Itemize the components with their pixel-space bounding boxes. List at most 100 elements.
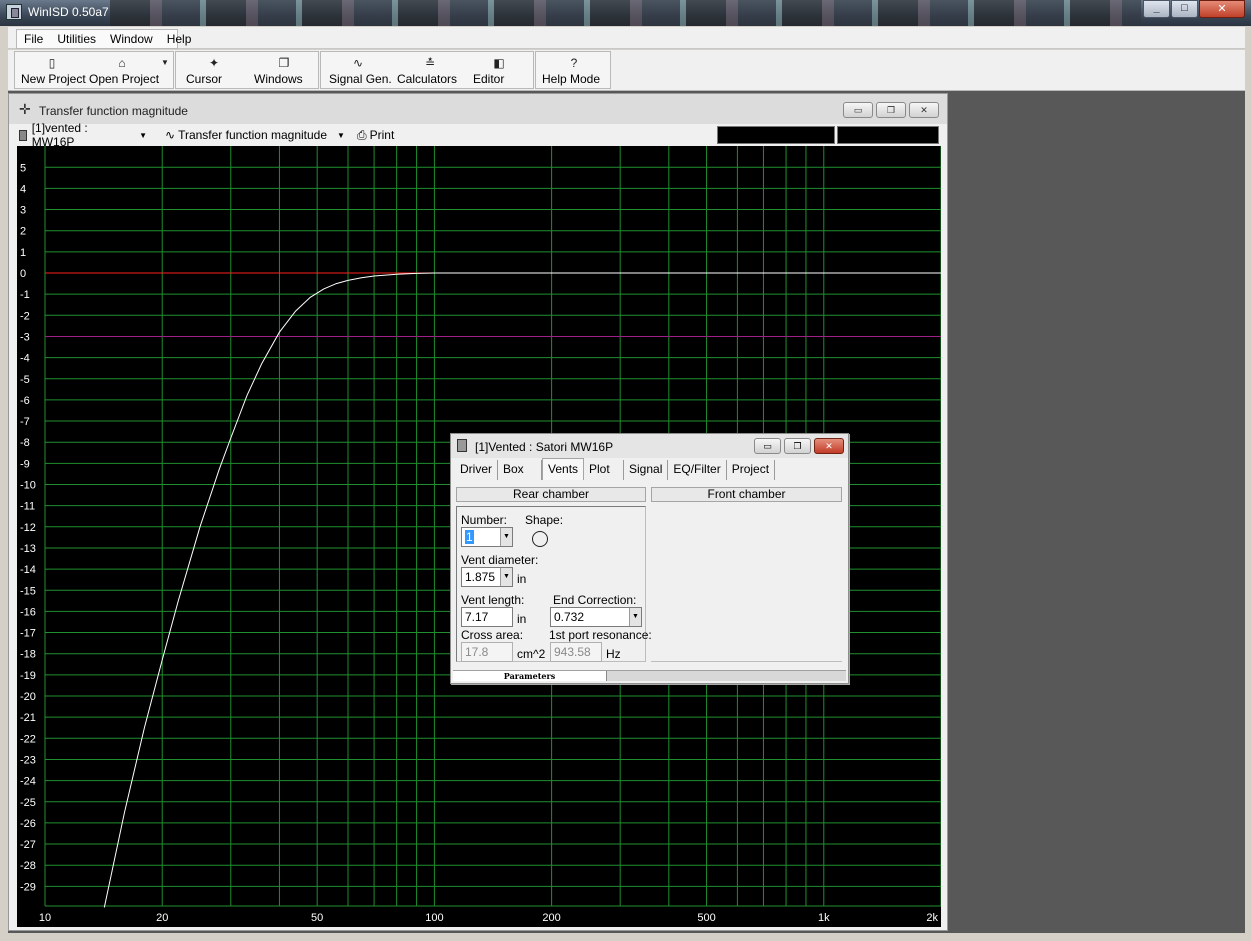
number-combo[interactable]: 1 ▼ bbox=[461, 527, 513, 547]
help-mode-button[interactable]: ? Help Mode bbox=[542, 52, 606, 90]
dialog-title: [1]Vented : Satori MW16P bbox=[475, 440, 614, 454]
cursor-button[interactable]: ✦ Cursor bbox=[186, 52, 242, 90]
windows-label: Windows bbox=[254, 72, 303, 86]
chevron-down-icon[interactable]: ▼ bbox=[500, 528, 512, 546]
vent-diameter-value: 1.875 bbox=[465, 570, 496, 584]
open-project-button[interactable]: ⌂ Open Project bbox=[89, 52, 159, 90]
readout-box-2 bbox=[837, 126, 939, 144]
rear-chamber-button[interactable]: Rear chamber bbox=[456, 487, 646, 502]
maximize-button[interactable]: □ bbox=[1171, 0, 1198, 18]
vent-diameter-combo[interactable]: 1.875 ▼ bbox=[461, 567, 513, 587]
signal-gen-button[interactable]: ∿ Signal Gen. bbox=[329, 52, 392, 90]
plot-type-selector[interactable]: ∿ Transfer function magnitude ▼ bbox=[165, 126, 345, 144]
y-tick-label: 1 bbox=[20, 247, 26, 259]
open-project-dropdown[interactable]: ▼ bbox=[159, 52, 171, 90]
menu-file[interactable]: File bbox=[17, 32, 50, 46]
port-resonance-unit: Hz bbox=[606, 647, 621, 661]
dialog-title-bar[interactable]: [1]Vented : Satori MW16P ▭ ❐ ✕ bbox=[451, 434, 848, 458]
y-tick-label: -16 bbox=[20, 606, 36, 618]
tab-box[interactable]: Box bbox=[498, 460, 542, 480]
status-parameters: Parameters bbox=[453, 671, 607, 681]
toolbar-group-project: ▯ New Project ⌂ Open Project ▼ bbox=[14, 51, 174, 89]
y-tick-label: 3 bbox=[20, 205, 26, 217]
x-tick-label: 2k bbox=[926, 912, 938, 924]
editor-icon: ◧ bbox=[493, 56, 505, 70]
vented-box-dialog: [1]Vented : Satori MW16P ▭ ❐ ✕ Driver Bo… bbox=[450, 433, 849, 684]
open-project-label: Open Project bbox=[89, 72, 160, 86]
port-resonance-field: 943.58 bbox=[550, 642, 602, 662]
chevron-down-icon[interactable]: ▼ bbox=[629, 608, 641, 626]
end-correction-label: End Correction: bbox=[553, 593, 637, 607]
chevron-down-icon: ▼ bbox=[161, 58, 169, 67]
new-project-button[interactable]: ▯ New Project bbox=[21, 52, 86, 90]
tab-plot[interactable]: Plot bbox=[584, 460, 624, 480]
editor-button[interactable]: ◧ Editor bbox=[473, 52, 525, 90]
end-correction-combo[interactable]: 0.732 ▼ bbox=[550, 607, 642, 627]
vent-diameter-label: Vent diameter: bbox=[461, 553, 539, 567]
toolbar-group-help: ? Help Mode bbox=[535, 51, 611, 89]
cursor-label: Cursor bbox=[186, 72, 223, 86]
y-tick-label: -19 bbox=[20, 670, 36, 682]
vent-length-input[interactable]: 7.17 bbox=[461, 607, 513, 627]
menu-utilities[interactable]: Utilities bbox=[50, 32, 103, 46]
print-button[interactable]: ⎙ Print bbox=[357, 126, 417, 144]
chart-close-button[interactable]: ✕ bbox=[909, 102, 939, 118]
vent-diameter-unit: in bbox=[517, 572, 527, 586]
vent-length-unit: in bbox=[517, 612, 527, 626]
tab-project[interactable]: Project bbox=[727, 460, 776, 480]
chart-minimize-button[interactable]: ▭ bbox=[843, 102, 873, 118]
front-chamber-button[interactable]: Front chamber bbox=[651, 487, 842, 502]
tab-eq-filter[interactable]: EQ/Filter bbox=[668, 460, 727, 480]
y-tick-label: -18 bbox=[20, 649, 36, 661]
y-tick-label: -27 bbox=[20, 839, 36, 851]
menu-window[interactable]: Window bbox=[103, 32, 160, 46]
tab-vents[interactable]: Vents bbox=[542, 458, 584, 480]
dialog-restore-button[interactable]: ❐ bbox=[784, 438, 811, 454]
y-tick-label: -3 bbox=[20, 331, 30, 343]
dialog-status-bar: Parameters bbox=[453, 670, 846, 681]
chart-restore-button[interactable]: ❐ bbox=[876, 102, 906, 118]
y-tick-label: -29 bbox=[20, 881, 36, 893]
y-tick-label: 4 bbox=[20, 183, 26, 195]
sine-wave-icon: ∿ bbox=[352, 56, 364, 70]
chart-toolbar: [1]vented : MW16P ▼ ∿ Transfer function … bbox=[15, 121, 941, 149]
front-chamber-panel bbox=[651, 506, 842, 662]
sine-wave-icon: ∿ bbox=[165, 128, 176, 142]
close-button[interactable]: ✕ bbox=[1199, 0, 1245, 18]
y-tick-label: -6 bbox=[20, 395, 30, 407]
menu-help[interactable]: Help bbox=[160, 32, 199, 46]
dialog-minimize-button[interactable]: ▭ bbox=[754, 438, 781, 454]
chart-window-title-bar[interactable]: ✛ Transfer function magnitude ▭ ❐ ✕ bbox=[9, 94, 947, 124]
end-correction-value: 0.732 bbox=[554, 610, 585, 624]
project-selector-label: [1]vented : MW16P bbox=[31, 121, 88, 149]
y-tick-label: -11 bbox=[20, 501, 35, 513]
minimize-button[interactable]: _ bbox=[1143, 0, 1170, 18]
cross-area-value: 17.8 bbox=[465, 645, 489, 659]
y-tick-label: -5 bbox=[20, 374, 30, 386]
readout-box-1 bbox=[717, 126, 835, 144]
cross-area-label: Cross area: bbox=[461, 628, 524, 642]
tab-driver[interactable]: Driver bbox=[455, 460, 498, 480]
dialog-close-button[interactable]: ✕ bbox=[814, 438, 844, 454]
signal-gen-label: Signal Gen. bbox=[329, 72, 392, 86]
y-tick-label: -14 bbox=[20, 564, 36, 576]
print-label: Print bbox=[369, 128, 395, 142]
calculators-button[interactable]: ≛ Calculators bbox=[397, 52, 463, 90]
y-tick-label: -25 bbox=[20, 797, 36, 809]
x-tick-label: 50 bbox=[311, 912, 323, 924]
toolbar-group-view: ✦ Cursor ❐ Windows bbox=[175, 51, 319, 89]
y-tick-label: -21 bbox=[20, 712, 36, 724]
circle-shape-icon[interactable] bbox=[532, 531, 548, 547]
app-icon bbox=[6, 4, 22, 20]
cursor-crosshair-icon: ✦ bbox=[208, 56, 220, 70]
chart-window-title: Transfer function magnitude bbox=[39, 104, 188, 118]
tab-signal[interactable]: Signal bbox=[624, 460, 669, 480]
chevron-down-icon[interactable]: ▼ bbox=[500, 568, 512, 586]
project-selector[interactable]: [1]vented : MW16P ▼ bbox=[19, 121, 147, 149]
dialog-tabs: Driver Box Vents Plot Signal EQ/Filter P… bbox=[455, 458, 776, 480]
windows-button[interactable]: ❐ Windows bbox=[254, 52, 314, 90]
shape-label: Shape: bbox=[525, 513, 564, 527]
y-tick-label: -24 bbox=[20, 776, 36, 788]
y-tick-label: -22 bbox=[20, 733, 36, 745]
crosshair-icon: ✛ bbox=[19, 101, 31, 117]
